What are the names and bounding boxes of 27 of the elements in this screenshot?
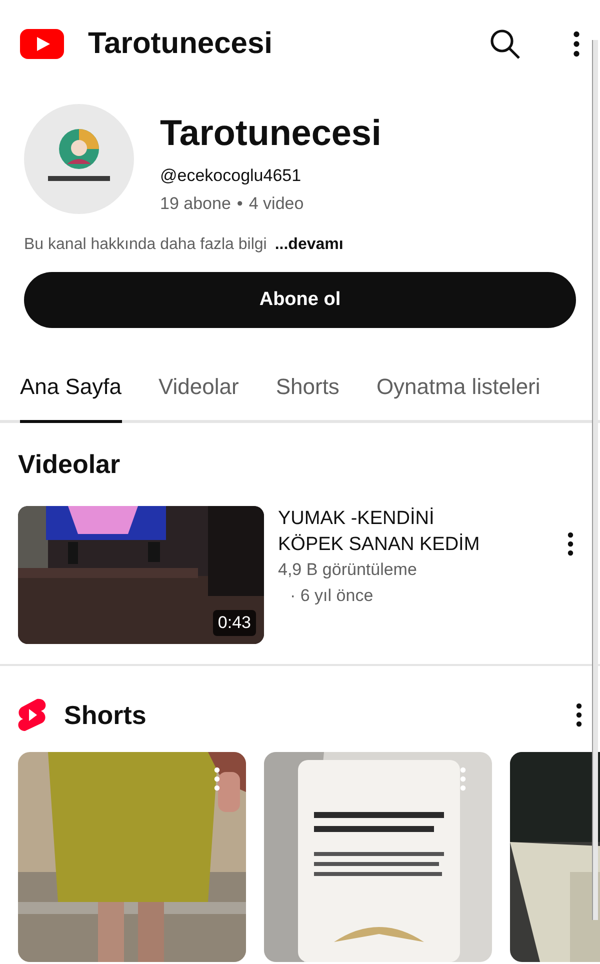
subscribe-button[interactable]: Abone ol (24, 272, 576, 328)
channel-description: Bu kanal hakkında daha fazla bilgi (24, 236, 267, 254)
app-bar-title: Tarotunecesi (88, 27, 274, 61)
section-title: Shorts (64, 700, 148, 730)
search-icon[interactable] (489, 28, 521, 60)
channel-tab[interactable]: Ana Sayfa (20, 358, 122, 423)
video-duration: 0:43 (212, 610, 256, 636)
more-link[interactable]: ...devamı (274, 236, 344, 254)
more-options-icon[interactable] (567, 532, 574, 556)
section-title: Videolar (17, 448, 122, 480)
play-logo-icon[interactable] (20, 29, 64, 59)
video-title[interactable]: YUMAK -KENDİNİ KÖPEK SANAN KEDİM (278, 506, 498, 558)
channel-name: Tarotunecesi (160, 112, 382, 154)
more-options-icon[interactable] (576, 703, 582, 727)
shorts-icon (18, 698, 46, 732)
more-options-icon[interactable] (214, 766, 220, 792)
channel-tab[interactable]: Videolar (158, 358, 239, 423)
view-count: 4,9 B görüntüleme (278, 560, 417, 580)
video-count: 4 video (248, 194, 304, 214)
channel-tab[interactable]: Oynatma listeleri (376, 358, 540, 423)
channel-handle: @ecekocoglu4651 (160, 166, 302, 186)
more-options-icon[interactable] (573, 31, 580, 57)
upload-age: · 6 yıl önce (289, 586, 374, 606)
subscriber-count: 19 abone (160, 194, 231, 214)
separator-dot: • (236, 194, 243, 214)
channel-tab[interactable]: Shorts (276, 358, 340, 423)
scrollbar[interactable] (592, 40, 598, 920)
